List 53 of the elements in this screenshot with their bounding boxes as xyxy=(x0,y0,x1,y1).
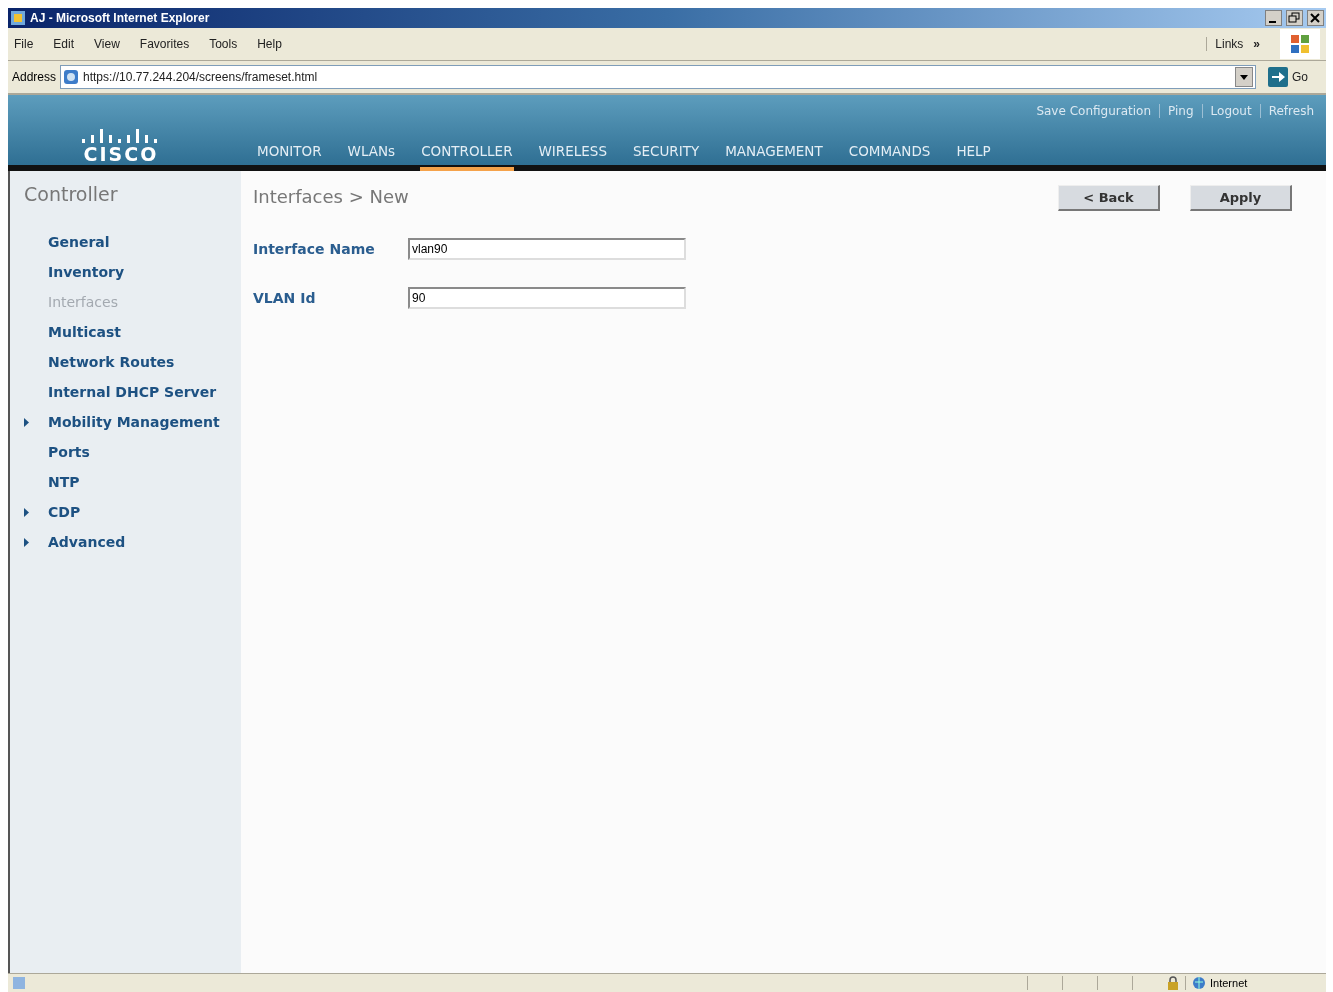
logo-text: CISCO xyxy=(83,143,159,165)
menu-item[interactable]: Tools xyxy=(209,37,238,51)
lock-icon xyxy=(1167,976,1179,990)
zone-label: Internet xyxy=(1210,977,1248,989)
browser-icon xyxy=(10,10,26,26)
nav-tab[interactable]: WLANs xyxy=(346,137,397,171)
dropdown-icon[interactable] xyxy=(1235,67,1253,87)
address-field[interactable]: https://10.77.244.204/screens/frameset.html xyxy=(60,65,1256,89)
field-label: VLAN Id xyxy=(253,289,317,306)
sidebar-item[interactable]: Multicast xyxy=(48,324,121,340)
sidebar-item[interactable]: Advanced xyxy=(48,534,126,550)
expand-arrow-icon[interactable] xyxy=(24,507,29,517)
sidebar-item[interactable]: Mobility Management xyxy=(48,414,220,430)
nav-tab[interactable]: SECURITY xyxy=(631,137,701,171)
go-button[interactable]: Go xyxy=(1260,67,1322,87)
sidebar-item[interactable]: Network Routes xyxy=(48,354,175,370)
nav-tab[interactable]: COMMANDS xyxy=(847,137,932,171)
sidebar-item[interactable]: NTP xyxy=(48,474,80,490)
section-title: Controller xyxy=(24,183,119,205)
sidebar-item[interactable]: Inventory xyxy=(48,264,125,280)
text-field[interactable]: 90 xyxy=(408,286,686,309)
page-title: Interfaces > New xyxy=(253,186,409,207)
page-icon xyxy=(63,69,80,85)
expand-arrow-icon[interactable] xyxy=(24,417,29,427)
links-toolbar-label[interactable]: Links xyxy=(1206,37,1244,51)
close-icon[interactable] xyxy=(1307,10,1324,26)
sidebar-item[interactable]: Ports xyxy=(48,444,90,460)
globe-icon xyxy=(1192,976,1206,990)
sidebar-item[interactable]: General xyxy=(48,234,110,250)
nav-tab[interactable]: WIRELESS xyxy=(537,137,608,171)
toolbar-chevron[interactable]: » xyxy=(1253,37,1260,51)
address-label: Address xyxy=(12,70,57,84)
window-title: AJ - Microsoft Internet Explorer xyxy=(30,11,210,25)
sidebar-item[interactable]: CDP xyxy=(48,504,81,520)
minimize-icon[interactable] xyxy=(1265,10,1282,26)
action-button[interactable]: Apply xyxy=(1190,185,1292,211)
nav-tab[interactable]: HELP xyxy=(955,137,992,171)
restore-icon[interactable] xyxy=(1286,10,1303,26)
nav-tab[interactable]: MANAGEMENT xyxy=(724,137,824,171)
text-field[interactable]: vlan90 xyxy=(408,237,686,260)
action-button[interactable]: < Back xyxy=(1058,185,1160,211)
menu-item[interactable]: View xyxy=(94,37,120,51)
menu-item[interactable]: Help xyxy=(257,37,282,51)
menu-item[interactable]: File xyxy=(14,37,34,51)
windows-flag-icon xyxy=(1289,33,1311,55)
nav-tab[interactable]: MONITOR xyxy=(256,137,323,171)
menu-item[interactable]: Favorites xyxy=(139,37,190,51)
logo-bars-icon xyxy=(82,127,160,143)
sidebar-item[interactable]: Internal DHCP Server xyxy=(48,384,217,400)
expand-arrow-icon[interactable] xyxy=(24,537,29,547)
page-status-icon xyxy=(12,976,26,990)
menu-item[interactable]: Edit xyxy=(53,37,75,51)
field-label: Interface Name xyxy=(253,240,376,257)
